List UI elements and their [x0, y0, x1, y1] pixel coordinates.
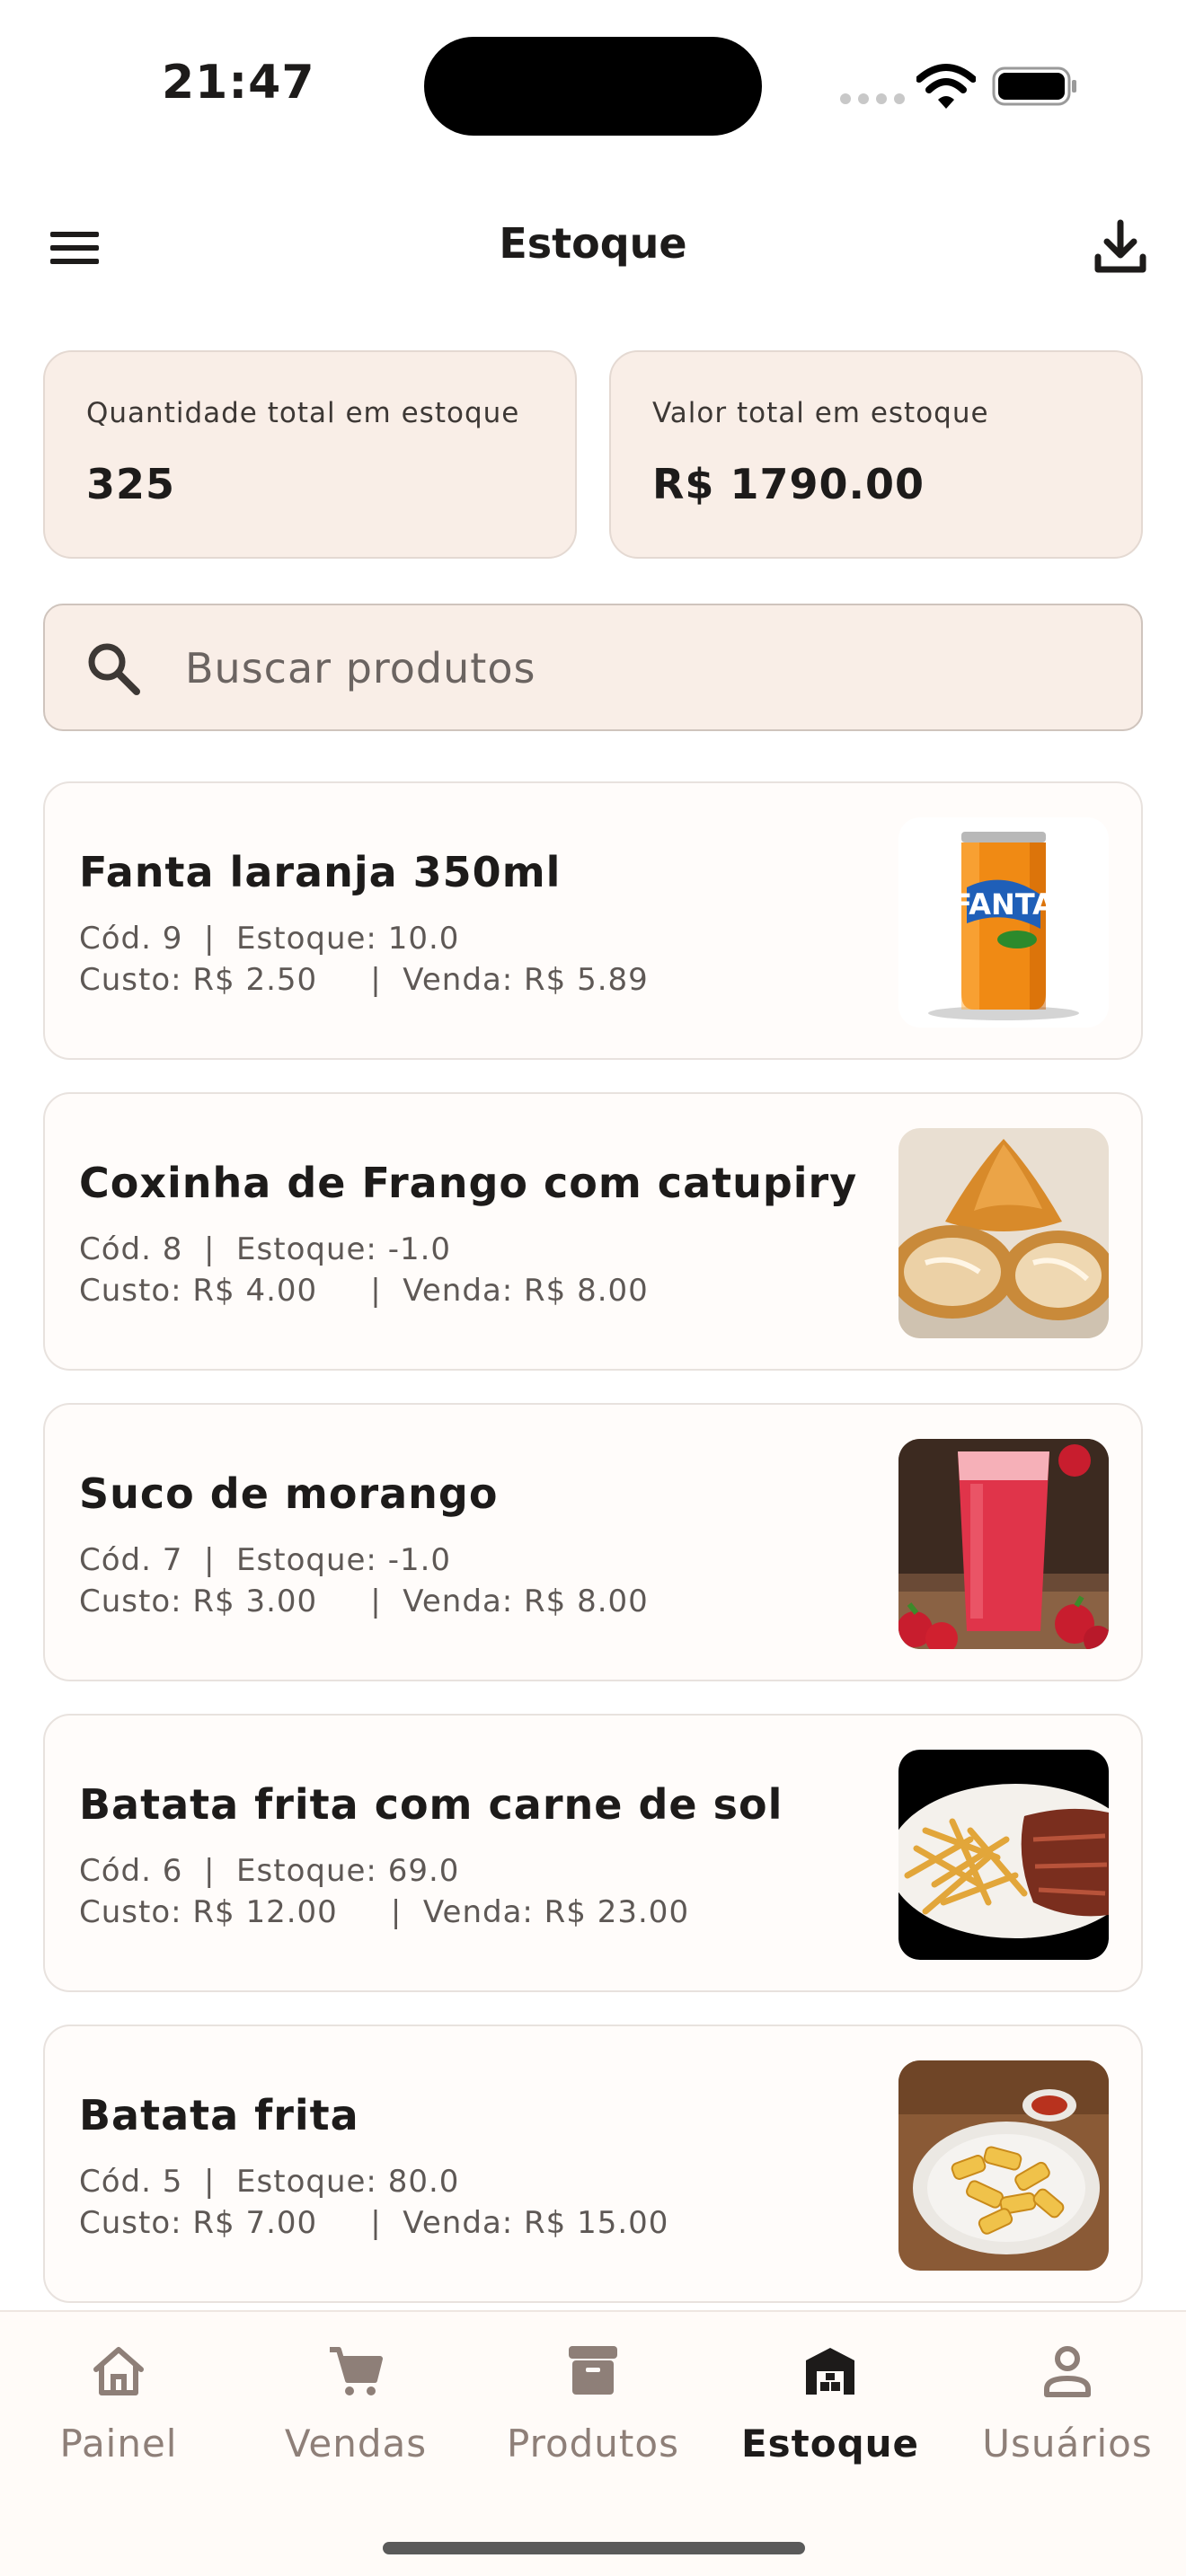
- product-card[interactable]: Fanta laranja 350ml Cód. 9 | Estoque: 10…: [43, 781, 1143, 1060]
- product-card[interactable]: Coxinha de Frango com catupiry Cód. 8 | …: [43, 1092, 1143, 1371]
- product-code-stock: Cód. 8 | Estoque: -1.0: [79, 1231, 452, 1267]
- product-name: Batata frita com carne de sol: [79, 1780, 783, 1829]
- dynamic-island: [424, 37, 762, 136]
- product-code-stock: Cód. 9 | Estoque: 10.0: [79, 921, 460, 957]
- total-value-value: R$ 1790.00: [652, 460, 925, 508]
- nav-item-usuarios[interactable]: Usuários: [951, 2339, 1184, 2492]
- archive-icon: [569, 2346, 617, 2395]
- product-details: Cód. 7 | Estoque: -1.0 Custo: R$ 3.00 | …: [79, 1539, 649, 1622]
- search-input[interactable]: [185, 632, 1102, 704]
- download-icon[interactable]: [1087, 214, 1154, 280]
- product-cost-price: Custo: R$ 3.00 | Venda: R$ 8.00: [79, 1584, 649, 1619]
- total-quantity-label: Quantidade total em estoque: [86, 397, 520, 429]
- product-name: Batata frita: [79, 2091, 359, 2139]
- total-quantity-value: 325: [86, 460, 176, 508]
- product-image-strawberry-juice: [898, 1439, 1109, 1649]
- product-image-soda-can: FANTA: [898, 817, 1109, 1028]
- nav-item-produtos[interactable]: Produtos: [476, 2339, 710, 2492]
- product-details: Cód. 8 | Estoque: -1.0 Custo: R$ 4.00 | …: [79, 1229, 649, 1311]
- nav-label: Produtos: [507, 2422, 679, 2466]
- product-list[interactable]: Fanta laranja 350ml Cód. 9 | Estoque: 10…: [0, 781, 1186, 2308]
- nav-item-estoque[interactable]: Estoque: [713, 2339, 947, 2492]
- nav-label: Vendas: [284, 2422, 428, 2466]
- product-details: Cód. 9 | Estoque: 10.0 Custo: R$ 2.50 | …: [79, 918, 649, 1001]
- status-time: 21:47: [162, 56, 315, 110]
- product-card[interactable]: Batata frita com carne de sol Cód. 6 | E…: [43, 1714, 1143, 1992]
- product-code-stock: Cód. 7 | Estoque: -1.0: [79, 1542, 452, 1578]
- nav-item-painel[interactable]: Painel: [2, 2339, 235, 2492]
- wifi-icon: [916, 64, 976, 109]
- battery-icon: [992, 66, 1076, 106]
- product-cost-price: Custo: R$ 12.00 | Venda: R$ 23.00: [79, 1894, 690, 1930]
- product-name: Fanta laranja 350ml: [79, 848, 562, 896]
- page-title: Estoque: [499, 219, 687, 268]
- bottom-navigation: Painel Vendas Produtos Estoque Usuários: [0, 2310, 1186, 2576]
- nav-label: Estoque: [740, 2422, 920, 2466]
- total-quantity-card: Quantidade total em estoque 325: [43, 350, 577, 559]
- total-value-card: Valor total em estoque R$ 1790.00: [609, 350, 1143, 559]
- status-bar: 21:47: [0, 0, 1186, 171]
- svg-text:FANTA: FANTA: [952, 887, 1055, 922]
- inventory-screen: 21:47 Estoque Quantidade total em estoqu: [0, 0, 1186, 2576]
- search-bar[interactable]: [43, 604, 1143, 731]
- home-icon: [93, 2347, 144, 2395]
- cellular-signal-icon: [840, 93, 905, 104]
- warehouse-icon: [806, 2348, 854, 2395]
- product-details: Cód. 5 | Estoque: 80.0 Custo: R$ 7.00 | …: [79, 2161, 668, 2244]
- product-card[interactable]: Suco de morango Cód. 7 | Estoque: -1.0 C…: [43, 1403, 1143, 1681]
- product-image-coxinha: [898, 1128, 1109, 1338]
- search-icon: [88, 643, 140, 695]
- product-code-stock: Cód. 6 | Estoque: 69.0: [79, 1853, 460, 1889]
- product-name: Coxinha de Frango com catupiry: [79, 1159, 858, 1207]
- product-cost-price: Custo: R$ 7.00 | Venda: R$ 15.00: [79, 2205, 669, 2241]
- nav-label: Painel: [59, 2422, 178, 2466]
- product-cost-price: Custo: R$ 4.00 | Venda: R$ 8.00: [79, 1273, 649, 1309]
- product-details: Cód. 6 | Estoque: 69.0 Custo: R$ 12.00 |…: [79, 1850, 689, 1933]
- cart-icon: [330, 2347, 383, 2395]
- nav-label: Usuários: [982, 2422, 1153, 2466]
- product-image-fries: [898, 2060, 1109, 2271]
- home-indicator[interactable]: [383, 2542, 805, 2554]
- product-cost-price: Custo: R$ 2.50 | Venda: R$ 5.89: [79, 962, 649, 998]
- app-bar: Estoque: [0, 198, 1186, 296]
- product-card[interactable]: Batata frita Cód. 5 | Estoque: 80.0 Cust…: [43, 2025, 1143, 2303]
- total-value-label: Valor total em estoque: [652, 397, 989, 429]
- person-icon: [1044, 2346, 1091, 2397]
- nav-item-vendas[interactable]: Vendas: [239, 2339, 473, 2492]
- product-image-fries-and-beef: [898, 1750, 1109, 1960]
- product-name: Suco de morango: [79, 1469, 499, 1518]
- product-code-stock: Cód. 5 | Estoque: 80.0: [79, 2164, 460, 2200]
